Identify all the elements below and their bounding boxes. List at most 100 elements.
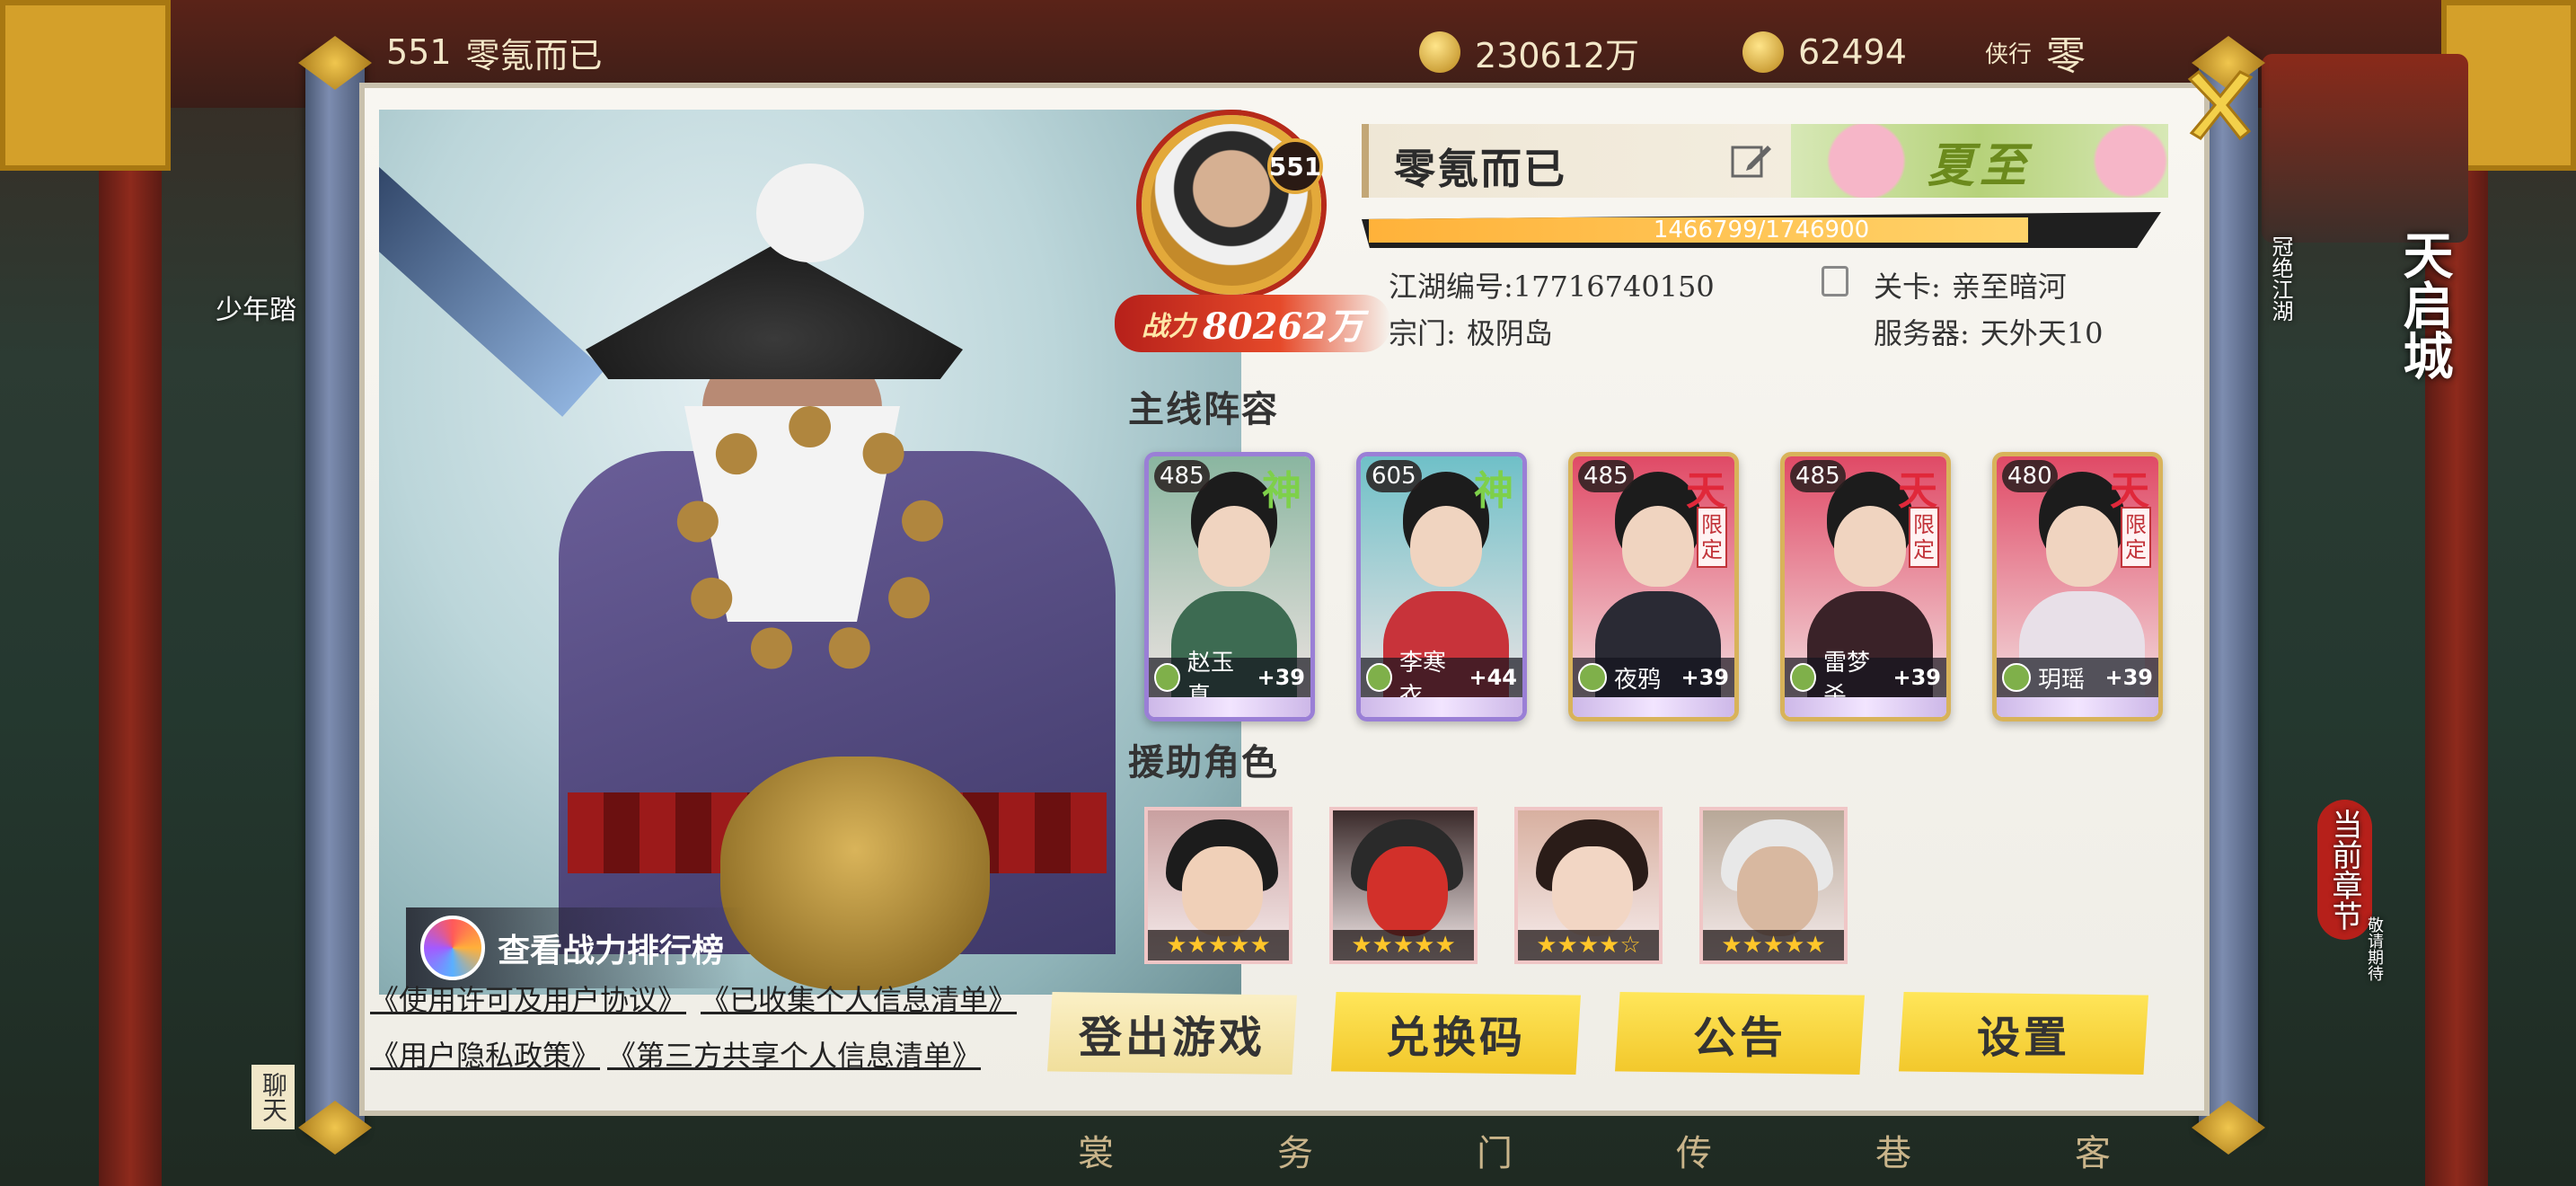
hero-grade: 神: [1474, 468, 1513, 514]
ranking-icon: [420, 916, 485, 980]
stage-label: 关卡:: [1874, 270, 1941, 304]
city-label: 天启城: [2395, 229, 2454, 380]
guild-label: 冠绝江湖: [2268, 235, 2293, 322]
hero-enhance: +39: [1681, 665, 1729, 690]
hero-name: 玥瑶: [2038, 666, 2086, 694]
element-icon: [2002, 663, 2031, 692]
server-value: 天外天10: [1980, 316, 2104, 350]
hero-name-bar: 雷梦杀 +39: [1785, 650, 1946, 710]
exp-text: 1466799/1746900: [1653, 217, 1870, 243]
chapter-sub: 敬请期待: [2365, 916, 2384, 981]
art-hair-bun: [756, 164, 864, 262]
character-artwork: 查看战力排行榜: [379, 110, 1241, 995]
hero-level: 605: [1366, 460, 1422, 492]
hero-level: 480: [2002, 460, 2058, 492]
sect-info: 宗门: 极阴岛: [1389, 311, 1553, 352]
stage-value: 亲至暗河: [1951, 270, 2067, 304]
hud-silver[interactable]: 230612万: [1419, 25, 1639, 79]
exp-bar: 1466799/1746900: [1362, 212, 2161, 248]
license-link[interactable]: 《使用许可及用户协议》: [370, 978, 686, 1019]
jianghu-id-value: 17716740150: [1513, 270, 1715, 304]
role-face: [1367, 846, 1448, 936]
hero-card[interactable]: 485 天限定 夜鸦 +39: [1568, 452, 1739, 721]
role-face: [1737, 846, 1818, 936]
hud-xiake[interactable]: 侠行 零: [1985, 25, 2086, 79]
role-stars: ★★★★★: [1333, 930, 1474, 960]
role-face: [1552, 846, 1633, 936]
bottom-nav-item[interactable]: 客: [2075, 1124, 2111, 1176]
bottom-nav: 裳 务 门 传 巷 客: [1078, 1114, 2111, 1186]
limited-badge: 限定: [2121, 507, 2151, 568]
element-icon: [1578, 663, 1607, 692]
element-icon: [1790, 663, 1816, 692]
hero-name-bar: 赵玉真 +39: [1149, 650, 1310, 710]
chat-button[interactable]: 聊天: [251, 1065, 295, 1129]
hero-level: 485: [1154, 460, 1210, 492]
hud-xiake-label: 侠行: [1985, 40, 2033, 68]
close-icon[interactable]: [2181, 66, 2258, 144]
hero-enhance: +39: [1257, 665, 1305, 690]
hero-name-bar: 玥瑶 +39: [1997, 658, 2158, 697]
settings-button[interactable]: 设置: [1899, 992, 2148, 1075]
power-ranking-label: 查看战力排行榜: [498, 932, 725, 969]
hero-card[interactable]: 605 神李寒衣 +44: [1356, 452, 1527, 721]
support-role-card[interactable]: ★★★★★: [1329, 807, 1478, 964]
art-bamboo-hat: [586, 244, 963, 379]
sect-label: 宗门:: [1389, 316, 1456, 350]
hero-level: 485: [1790, 460, 1846, 492]
element-icon: [1366, 663, 1392, 692]
bg-pillar-left: [99, 135, 162, 1186]
hero-name: 夜鸦: [1614, 666, 1662, 694]
hero-card[interactable]: 485 天限定 雷梦杀 +39: [1780, 452, 1951, 721]
hud-name: 零氪而已: [465, 35, 603, 75]
notice-button[interactable]: 公告: [1615, 992, 1865, 1075]
bottom-nav-item[interactable]: 务: [1277, 1124, 1313, 1176]
collected-info-link[interactable]: 《已收集个人信息清单》: [701, 978, 1017, 1019]
hero-level: 485: [1578, 460, 1634, 492]
power-label: 战力: [1142, 311, 1195, 342]
title-badge[interactable]: 夏至: [1791, 124, 2168, 198]
bg-event-label[interactable]: 少年踏: [216, 288, 296, 327]
logout-button[interactable]: 登出游戏: [1047, 992, 1297, 1075]
copy-icon[interactable]: [1822, 266, 1848, 296]
power-ranking-button[interactable]: 查看战力排行榜: [406, 907, 746, 988]
support-title: 援助角色: [1128, 741, 1279, 783]
support-role-card[interactable]: ★★★★★: [1699, 807, 1848, 964]
support-role-card[interactable]: ★★★★★: [1144, 807, 1292, 964]
hud-gold[interactable]: 62494: [1742, 25, 1907, 79]
bottom-nav-item[interactable]: 裳: [1078, 1124, 1114, 1176]
bottom-nav-item[interactable]: 门: [1477, 1124, 1513, 1176]
combat-power-badge: 战力 80262万: [1115, 295, 1391, 352]
bg-banner-left: [0, 0, 171, 171]
server-label: 服务器:: [1874, 316, 1970, 350]
limited-badge: 限定: [1697, 507, 1727, 568]
hero-head: [2046, 506, 2118, 587]
limited-badge: 限定: [1909, 507, 1939, 568]
element-icon: [1154, 663, 1180, 692]
redeem-code-button[interactable]: 兑换码: [1331, 992, 1581, 1075]
edit-name-icon[interactable]: [1728, 138, 1773, 183]
hero-card-foot: [1573, 697, 1734, 717]
game-screen: 551 零氪而已 230612万 62494 侠行 零 少年踏 聊天 天启城 冠…: [0, 0, 2576, 1186]
main-lineup-title: 主线阵容: [1128, 388, 1279, 430]
role-stars: ★★★★★: [1148, 930, 1289, 960]
privacy-link[interactable]: 《用户隐私政策》: [370, 1033, 600, 1075]
city-icon[interactable]: [2262, 54, 2468, 243]
bottom-nav-item[interactable]: 巷: [1875, 1124, 1911, 1176]
profile-panel: 查看战力排行榜 551 战力 80262万 零氪而已 夏至 1466799/17…: [359, 83, 2210, 1116]
hero-card-foot: [1361, 697, 1522, 717]
scroll-rod-left: [298, 36, 372, 1155]
hero-card-foot: [1149, 697, 1310, 717]
power-value: 80262万: [1203, 305, 1364, 348]
bottom-nav-item[interactable]: 传: [1676, 1124, 1712, 1176]
support-role-card[interactable]: ★★★★☆: [1514, 807, 1663, 964]
hero-grade: 神: [1262, 468, 1301, 514]
hero-card[interactable]: 485 神赵玉真 +39: [1144, 452, 1315, 721]
hero-enhance: +44: [1469, 665, 1517, 690]
silver-coin-icon: [1419, 31, 1460, 73]
role-stars: ★★★★☆: [1518, 930, 1659, 960]
art-lion-buckle: [720, 757, 990, 990]
third-party-link[interactable]: 《第三方共享个人信息清单》: [607, 1033, 981, 1075]
hero-card-foot: [1785, 697, 1946, 717]
hero-card[interactable]: 480 天限定 玥瑶 +39: [1992, 452, 2163, 721]
